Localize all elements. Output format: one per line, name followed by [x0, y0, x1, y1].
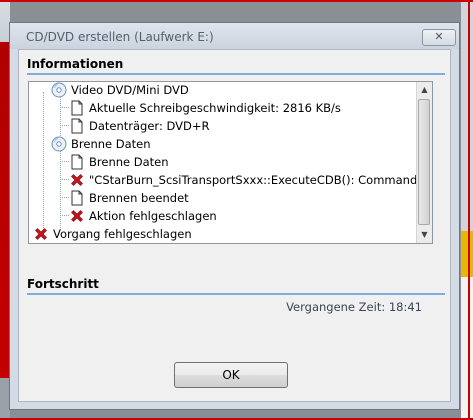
- tree-item-label: Brennen beendet: [89, 191, 189, 205]
- info-section-divider: [27, 73, 445, 75]
- tree-item-label: Datenträger: DVD+R: [89, 119, 210, 133]
- error-x-icon: [35, 228, 47, 240]
- dialog-title: CD/DVD erstellen (Laufwerk E:): [26, 30, 214, 44]
- vertical-scrollbar[interactable]: ▲ ▼: [416, 82, 432, 243]
- document-icon: [71, 100, 83, 116]
- ok-button[interactable]: OK: [174, 362, 288, 388]
- tree-item-label: Video DVD/Mini DVD: [71, 83, 189, 97]
- disc-icon: [51, 82, 67, 98]
- disc-icon: [51, 136, 67, 152]
- tree-connector: [60, 197, 69, 198]
- scroll-up-button[interactable]: ▲: [417, 82, 432, 98]
- tree-item-label: Aktion fehlgeschlagen: [89, 209, 217, 223]
- background-red-border: [468, 0, 470, 420]
- tree-item-label: Brenne Daten: [71, 137, 151, 151]
- document-icon: [71, 118, 83, 134]
- log-tree-content: Video DVD/Mini DVD Aktuelle Schreibgesch…: [29, 82, 416, 243]
- document-icon: [71, 190, 83, 206]
- error-x-icon: [71, 210, 83, 222]
- elapsed-time: Vergangene Zeit: 18:41: [286, 300, 422, 314]
- tree-item-label: Brenne Daten: [89, 155, 169, 169]
- progress-section-divider: [27, 293, 445, 295]
- log-tree[interactable]: Video DVD/Mini DVD Aktuelle Schreibgesch…: [28, 81, 433, 244]
- tree-connector: [60, 150, 61, 230]
- document-icon: [71, 154, 83, 170]
- tree-connector: [60, 125, 69, 126]
- tree-connector: [43, 92, 44, 234]
- info-section-header: Informationen: [27, 57, 124, 71]
- background-red-border-top: [0, 0, 473, 2]
- background-app-right: [461, 0, 473, 420]
- tree-connector: [60, 161, 69, 162]
- tree-connector: [60, 179, 69, 180]
- tree-item-label: Vorgang fehlgeschlagen: [53, 227, 192, 241]
- tree-connector: [60, 96, 61, 140]
- error-x-icon: [71, 174, 83, 186]
- arrow-up-icon: ▲: [421, 85, 428, 94]
- close-button[interactable]: ✕: [422, 29, 456, 46]
- arrow-down-icon: ▼: [421, 230, 428, 239]
- tree-connector: [60, 107, 69, 108]
- scroll-down-button[interactable]: ▼: [417, 227, 432, 243]
- scrollbar-thumb[interactable]: [418, 99, 430, 225]
- progress-section-header: Fortschritt: [27, 277, 99, 291]
- tree-item-label: Aktuelle Schreibgeschwindigkeit: 2816 KB…: [89, 101, 341, 115]
- title-bar[interactable]: CD/DVD erstellen (Laufwerk E:) ✕: [10, 23, 459, 49]
- tree-item-label: "CStarBurn_ScsiTransportSxxx::ExecuteCDB…: [89, 173, 416, 187]
- burn-dialog: CD/DVD erstellen (Laufwerk E:) ✕ Informa…: [9, 22, 460, 410]
- tree-connector: [60, 215, 69, 216]
- close-icon: ✕: [434, 30, 444, 43]
